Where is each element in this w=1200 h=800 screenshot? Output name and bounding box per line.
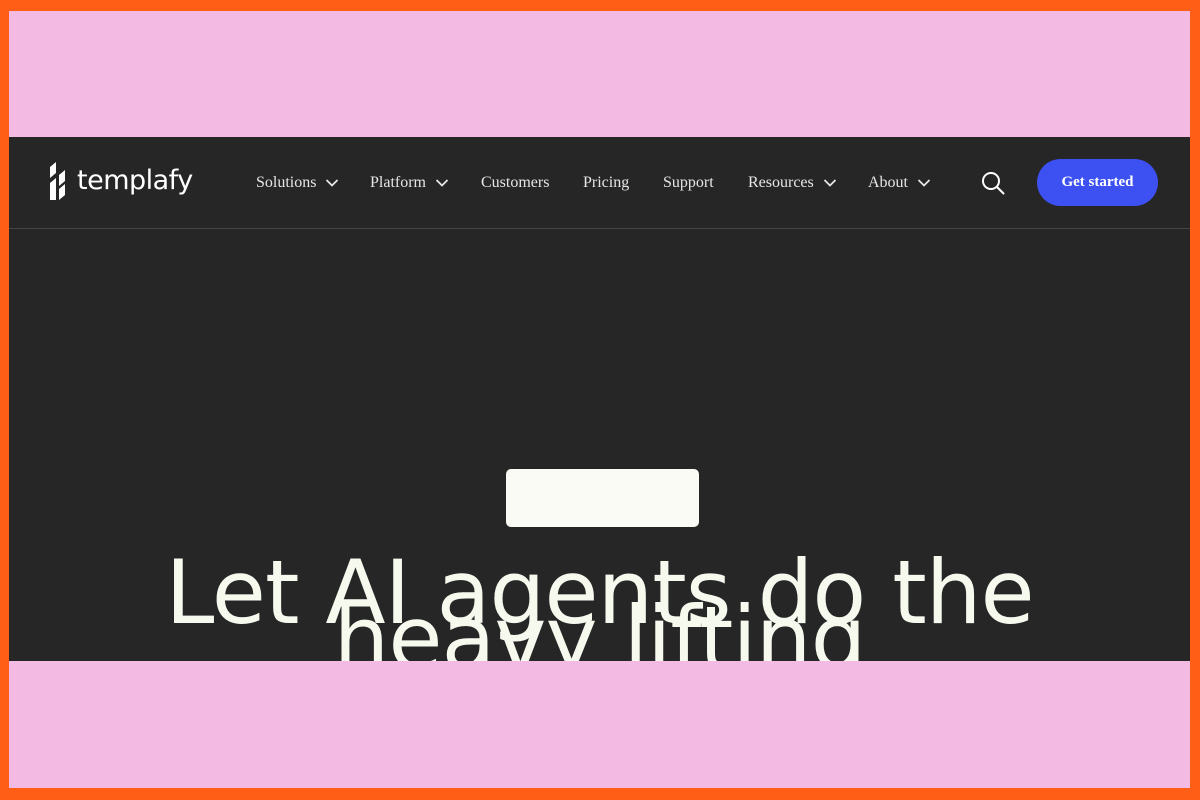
nav-pricing-label: Pricing [583, 174, 630, 191]
logo-wordmark: templafy [77, 165, 193, 196]
templafy-logo[interactable]: templafy [47, 161, 193, 201]
nav-solutions[interactable]: Solutions [256, 170, 339, 196]
chevron-down-icon [823, 179, 836, 187]
chevron-down-icon [435, 179, 449, 187]
hero-badge [506, 469, 699, 527]
chevron-down-icon [917, 179, 931, 187]
nav-platform[interactable]: Platform [370, 170, 449, 196]
get-started-button[interactable]: Get started [1037, 159, 1158, 206]
nav-resources-label: Resources [748, 174, 814, 191]
nav-about-label: About [868, 174, 908, 191]
nav-solutions-label: Solutions [256, 174, 317, 191]
nav-platform-label: Platform [370, 174, 426, 191]
hero-title-line-2: heavy lifting [333, 587, 867, 662]
nav-about[interactable]: About [868, 170, 931, 196]
templafy-logo-icon [50, 162, 65, 200]
nav-customers-label: Customers [481, 174, 550, 191]
search-icon[interactable] [980, 170, 1006, 196]
website-screen: templafy Solutions Platform Customers Pr… [9, 137, 1190, 661]
chevron-down-icon [326, 179, 339, 187]
nav-support-label: Support [663, 174, 714, 191]
nav-support[interactable]: Support [663, 170, 714, 196]
nav-pricing[interactable]: Pricing [583, 170, 629, 196]
top-navbar: templafy Solutions Platform Customers Pr… [9, 137, 1190, 229]
nav-customers[interactable]: Customers [481, 170, 549, 196]
nav-resources[interactable]: Resources [748, 170, 837, 196]
